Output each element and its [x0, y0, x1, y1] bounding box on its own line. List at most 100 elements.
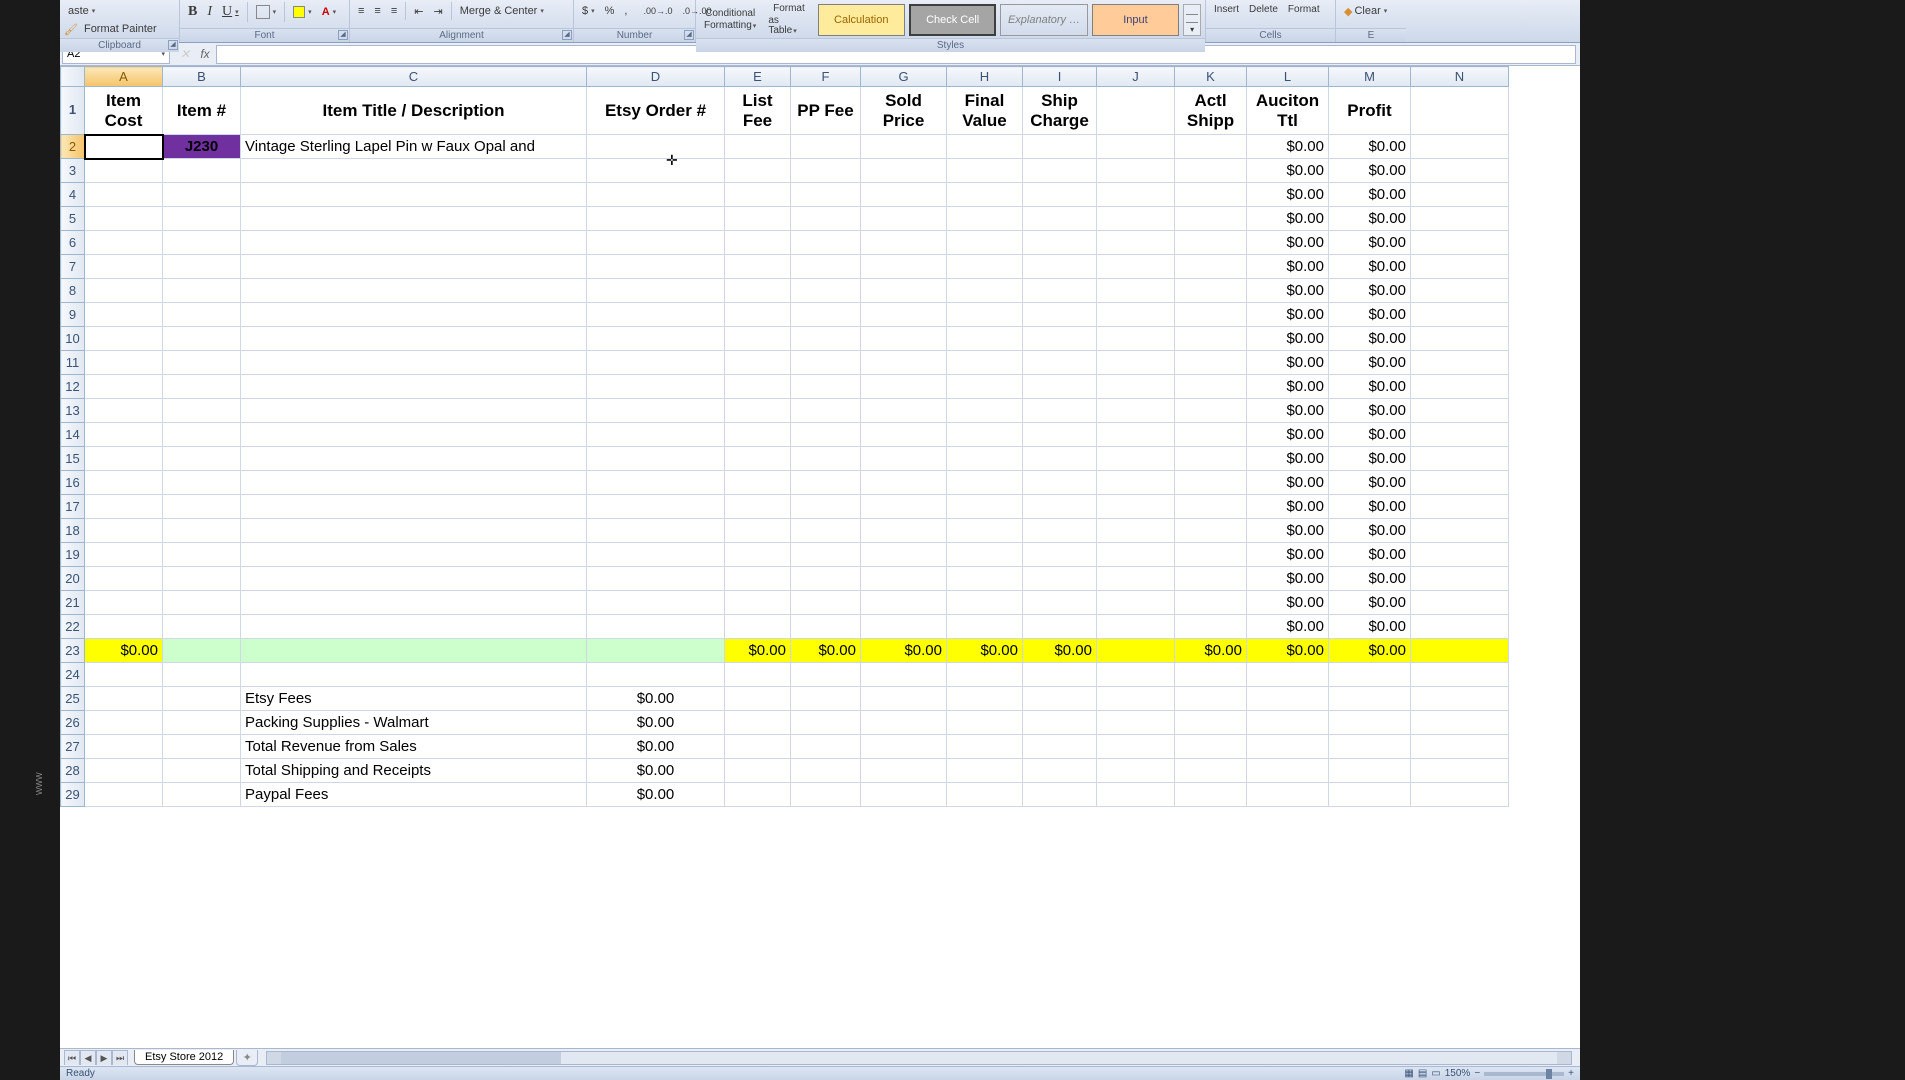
header-cell-H[interactable]: Final Value: [947, 87, 1023, 135]
cell-H15[interactable]: [947, 447, 1023, 471]
cell-K8[interactable]: [1175, 279, 1247, 303]
cell-N4[interactable]: [1411, 183, 1509, 207]
cell-H17[interactable]: [947, 495, 1023, 519]
cell-D22[interactable]: [587, 615, 725, 639]
cell-E26[interactable]: [725, 711, 791, 735]
cell-I25[interactable]: [1023, 687, 1097, 711]
cell-D26[interactable]: $0.00: [587, 711, 725, 735]
cell-A20[interactable]: [85, 567, 163, 591]
cell-A21[interactable]: [85, 591, 163, 615]
cell-E16[interactable]: [725, 471, 791, 495]
cell-B15[interactable]: [163, 447, 241, 471]
cell-D9[interactable]: [587, 303, 725, 327]
cell-I8[interactable]: [1023, 279, 1097, 303]
header-cell-G[interactable]: Sold Price: [861, 87, 947, 135]
cell-J23[interactable]: [1097, 639, 1175, 663]
row-header-12[interactable]: 12: [61, 375, 85, 399]
cell-M20[interactable]: $0.00: [1329, 567, 1411, 591]
cell-A29[interactable]: [85, 783, 163, 807]
cell-B16[interactable]: [163, 471, 241, 495]
cell-G3[interactable]: [861, 159, 947, 183]
cell-C13[interactable]: [241, 399, 587, 423]
cell-N18[interactable]: [1411, 519, 1509, 543]
cell-E10[interactable]: [725, 327, 791, 351]
cell-C28[interactable]: Total Shipping and Receipts: [241, 759, 587, 783]
cell-H25[interactable]: [947, 687, 1023, 711]
cell-N16[interactable]: [1411, 471, 1509, 495]
cell-J9[interactable]: [1097, 303, 1175, 327]
cell-F29[interactable]: [791, 783, 861, 807]
cell-B22[interactable]: [163, 615, 241, 639]
cell-A26[interactable]: [85, 711, 163, 735]
cell-A5[interactable]: [85, 207, 163, 231]
row-header-9[interactable]: 9: [61, 303, 85, 327]
cell-G9[interactable]: [861, 303, 947, 327]
cell-I6[interactable]: [1023, 231, 1097, 255]
align-top-button[interactable]: ≡: [354, 2, 368, 20]
cell-B5[interactable]: [163, 207, 241, 231]
cell-N27[interactable]: [1411, 735, 1509, 759]
cell-D12[interactable]: [587, 375, 725, 399]
comma-button[interactable]: ,: [620, 2, 631, 20]
cell-H7[interactable]: [947, 255, 1023, 279]
cell-C3[interactable]: [241, 159, 587, 183]
cell-N14[interactable]: [1411, 423, 1509, 447]
cell-F23[interactable]: $0.00: [791, 639, 861, 663]
cell-I5[interactable]: [1023, 207, 1097, 231]
cell-C29[interactable]: Paypal Fees: [241, 783, 587, 807]
cell-G12[interactable]: [861, 375, 947, 399]
cell-J18[interactable]: [1097, 519, 1175, 543]
cell-N23[interactable]: [1411, 639, 1509, 663]
cell-L29[interactable]: [1247, 783, 1329, 807]
cell-J3[interactable]: [1097, 159, 1175, 183]
row-header-10[interactable]: 10: [61, 327, 85, 351]
cell-F2[interactable]: [791, 135, 861, 159]
cell-A7[interactable]: [85, 255, 163, 279]
cell-D20[interactable]: [587, 567, 725, 591]
cell-M3[interactable]: $0.00: [1329, 159, 1411, 183]
row-header-19[interactable]: 19: [61, 543, 85, 567]
cell-D11[interactable]: [587, 351, 725, 375]
header-cell-A[interactable]: Item Cost: [85, 87, 163, 135]
cell-J28[interactable]: [1097, 759, 1175, 783]
cell-F28[interactable]: [791, 759, 861, 783]
cell-C19[interactable]: [241, 543, 587, 567]
cell-J20[interactable]: [1097, 567, 1175, 591]
percent-button[interactable]: %: [601, 2, 619, 20]
zoom-slider[interactable]: [1484, 1072, 1564, 1076]
cell-M12[interactable]: $0.00: [1329, 375, 1411, 399]
style-explanatory[interactable]: Explanatory …: [1000, 4, 1087, 36]
cell-B24[interactable]: [163, 663, 241, 687]
zoom-controls[interactable]: ▦ ▤ ▭ 150% − +: [1404, 1068, 1574, 1079]
cell-H29[interactable]: [947, 783, 1023, 807]
cell-K22[interactable]: [1175, 615, 1247, 639]
cell-G28[interactable]: [861, 759, 947, 783]
clear-button[interactable]: ◆Clear▾: [1340, 2, 1391, 20]
align-middle-button[interactable]: ≡: [370, 2, 384, 20]
row-header-20[interactable]: 20: [61, 567, 85, 591]
cell-D28[interactable]: $0.00: [587, 759, 725, 783]
cell-J2[interactable]: [1097, 135, 1175, 159]
cell-F4[interactable]: [791, 183, 861, 207]
cell-B11[interactable]: [163, 351, 241, 375]
cell-C11[interactable]: [241, 351, 587, 375]
cell-A6[interactable]: [85, 231, 163, 255]
cell-K6[interactable]: [1175, 231, 1247, 255]
cell-K7[interactable]: [1175, 255, 1247, 279]
cell-J15[interactable]: [1097, 447, 1175, 471]
cell-E25[interactable]: [725, 687, 791, 711]
cell-J26[interactable]: [1097, 711, 1175, 735]
cell-I21[interactable]: [1023, 591, 1097, 615]
cell-N20[interactable]: [1411, 567, 1509, 591]
cell-J24[interactable]: [1097, 663, 1175, 687]
cell-G24[interactable]: [861, 663, 947, 687]
cell-L9[interactable]: $0.00: [1247, 303, 1329, 327]
tab-nav-next-icon[interactable]: ▶: [96, 1050, 112, 1065]
cell-G15[interactable]: [861, 447, 947, 471]
cell-M11[interactable]: $0.00: [1329, 351, 1411, 375]
cell-G16[interactable]: [861, 471, 947, 495]
cell-I3[interactable]: [1023, 159, 1097, 183]
cell-A2[interactable]: [85, 135, 163, 159]
cell-G18[interactable]: [861, 519, 947, 543]
header-cell-E[interactable]: List Fee: [725, 87, 791, 135]
